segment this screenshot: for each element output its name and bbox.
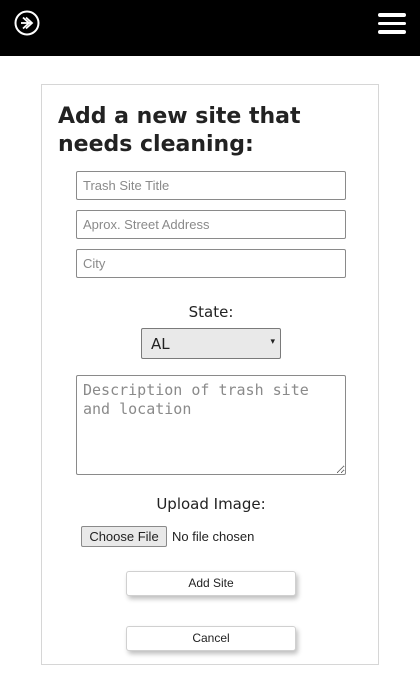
state-select-value: AL	[151, 335, 170, 353]
choose-file-button[interactable]: Choose File	[81, 526, 167, 547]
file-status-text: No file chosen	[172, 529, 255, 544]
street-address-input[interactable]	[76, 210, 346, 239]
site-title-input[interactable]	[76, 171, 346, 200]
form-title: Add a new site that needs cleaning:	[58, 104, 301, 157]
menu-bar	[378, 21, 406, 26]
add-site-form: Add a new site that needs cleaning: Stat…	[41, 84, 379, 665]
menu-bar	[378, 30, 406, 34]
cancel-button[interactable]: Cancel	[126, 626, 296, 651]
hamburger-menu-icon[interactable]	[378, 13, 406, 35]
description-textarea[interactable]	[76, 375, 346, 475]
state-label: State:	[188, 303, 234, 321]
top-navbar	[0, 0, 420, 56]
menu-bar	[378, 13, 406, 17]
city-input[interactable]	[76, 249, 346, 278]
state-select[interactable]: AL ▾	[141, 328, 281, 359]
upload-image-label: Upload Image:	[156, 495, 266, 513]
chevron-down-icon: ▾	[270, 337, 275, 347]
circle-arrow-right-icon[interactable]	[14, 10, 40, 36]
add-site-button[interactable]: Add Site	[126, 571, 296, 596]
